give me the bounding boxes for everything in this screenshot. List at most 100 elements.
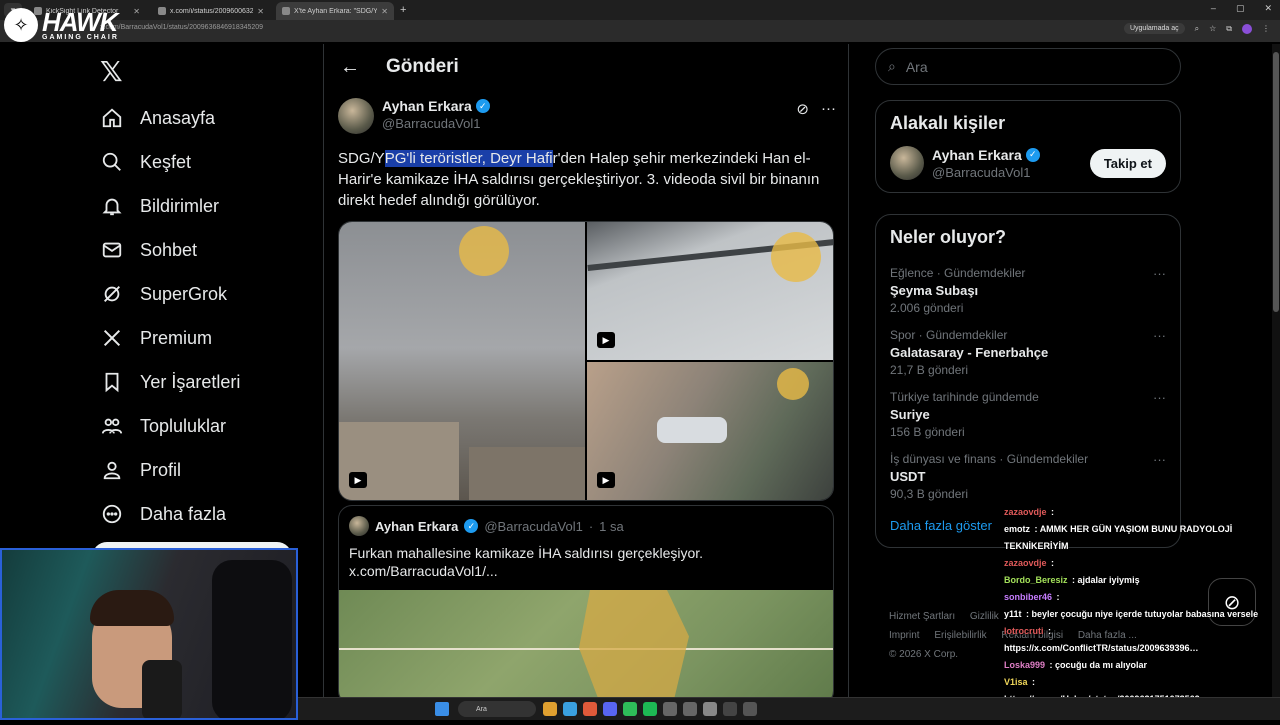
browser-menu-icon[interactable]: ⋮ (1262, 24, 1270, 33)
discord-icon[interactable] (603, 702, 617, 716)
chat-username[interactable]: Bordo_Beresiz (1004, 575, 1068, 585)
file-explorer-icon[interactable] (543, 702, 557, 716)
search-input[interactable]: ⌕ Ara (875, 48, 1181, 85)
chat-username[interactable]: V1isa (1004, 677, 1028, 687)
quoted-post[interactable]: Ayhan Erkara ✓ @BarracudaVol1 · 1 sa Fur… (338, 505, 834, 705)
quoted-link[interactable]: x.com/BarracudaVol1/... (349, 562, 823, 580)
extensions-icon[interactable]: ⧉ (1226, 24, 1232, 34)
nav-item-explore[interactable]: Keşfet (100, 140, 300, 184)
nav-item-bookmarks[interactable]: Yer İşaretleri (100, 360, 300, 404)
app-icon[interactable] (703, 702, 717, 716)
chat-username[interactable]: zazaovdje (1004, 507, 1047, 517)
chat-username[interactable]: y11t (1004, 609, 1022, 619)
trend-count: 156 B gönderi (890, 425, 965, 439)
chat-username[interactable]: lotrocruti (1004, 626, 1044, 636)
trend-item[interactable]: Eğlence · Gündemdekiler Şeyma Subaşı 2.0… (876, 260, 1180, 322)
avatar (349, 516, 369, 536)
related-people-card: Alakalı kişiler Ayhan Erkara ✓ @Barracud… (875, 100, 1181, 193)
nav-label: Sohbet (140, 239, 198, 260)
x-logo-icon[interactable]: 𝕏 (100, 55, 123, 88)
minimize-icon[interactable]: – (1211, 3, 1216, 14)
chat-message: V1isa : (1004, 674, 1280, 691)
more-options-icon[interactable]: ··· (1153, 266, 1166, 281)
spotify-icon[interactable] (643, 702, 657, 716)
app-icon[interactable] (683, 702, 697, 716)
author-name[interactable]: Ayhan Erkara ✓ (382, 98, 490, 114)
scrollbar-thumb[interactable] (1273, 52, 1279, 312)
video-thumbnail[interactable]: ▶ (587, 222, 833, 360)
avatar[interactable] (338, 98, 374, 134)
more-options-icon[interactable]: ··· (821, 100, 836, 118)
chat-username[interactable]: Loska999 (1004, 660, 1045, 670)
author-handle[interactable]: @BarracudaVol1 (382, 116, 490, 131)
chat-message: Bordo_Beresiz : ajdalar iyiymiş (1004, 572, 1280, 589)
nav-item-messages[interactable]: Sohbet (100, 228, 300, 272)
nav-item-more[interactable]: Daha fazla (100, 492, 300, 536)
footer-link[interactable]: Gizlilik (970, 611, 999, 622)
play-icon[interactable]: ▶ (597, 472, 615, 488)
trend-item[interactable]: Spor · Gündemdekiler Galatasaray - Fener… (876, 322, 1180, 384)
trend-category: Spor · Gündemdekiler (890, 328, 1008, 342)
new-tab-icon[interactable]: + (400, 4, 406, 16)
trend-count: 21,7 B gönderi (890, 363, 969, 377)
close-icon[interactable]: ✕ (133, 7, 140, 16)
play-icon[interactable]: ▶ (597, 332, 615, 348)
chat-username[interactable]: sonbiber46 (1004, 592, 1052, 602)
post-actions: ⊘ ··· (796, 100, 836, 118)
maximize-icon[interactable]: ▢ (1236, 3, 1245, 14)
star-icon[interactable]: ☆ (1209, 24, 1216, 33)
post-header: ← Gönderi (324, 44, 848, 90)
address-bar: x.com/BarracudaVol1/status/2009636846918… (0, 20, 1280, 42)
grok-explain-icon[interactable]: ⊘ (796, 100, 809, 118)
more-options-icon[interactable]: ··· (1153, 328, 1166, 343)
follow-button[interactable]: Takip et (1089, 148, 1166, 178)
chat-message: https://x.com/ConflictTR/status/20096393… (1004, 640, 1280, 657)
video-thumbnail[interactable]: ▶ (339, 222, 585, 500)
webcam-hair (90, 590, 174, 626)
video-thumbnail[interactable]: ▶ (587, 362, 833, 500)
profile-avatar[interactable] (1242, 23, 1252, 34)
taskbar-search[interactable]: Ara (458, 701, 536, 717)
app-icon[interactable] (723, 702, 737, 716)
trend-item[interactable]: Türkiye tarihinde gündemde Suriye 156 B … (876, 384, 1180, 446)
chat-username[interactable]: zazaovdje (1004, 558, 1047, 568)
nav-item-communities[interactable]: Topluluklar (100, 404, 300, 448)
nav-item-profile[interactable]: Profil (100, 448, 300, 492)
zoom-icon[interactable]: ⌕ (1195, 24, 1199, 34)
windows-start-icon[interactable] (435, 702, 449, 716)
quoted-author-name: Ayhan Erkara (375, 518, 459, 534)
tab-title: x.com/i/status/200960063237… (170, 7, 254, 15)
nav-item-supergrok[interactable]: SuperGrok (100, 272, 300, 316)
window-close-icon[interactable]: ✕ (1264, 3, 1272, 14)
more-options-icon[interactable]: ··· (1153, 452, 1166, 467)
footer-link[interactable]: Imprint (889, 630, 920, 641)
browser-tab-active[interactable]: X'te Ayhan Erkara: "SDG/YPG'l… ✕ (276, 2, 394, 20)
play-icon[interactable]: ▶ (349, 472, 367, 488)
related-person[interactable]: Ayhan Erkara ✓ @BarracudaVol1 Takip et (876, 146, 1180, 192)
chat-username[interactable]: emotz (1004, 524, 1030, 534)
quoted-post-header: Ayhan Erkara ✓ @BarracudaVol1 · 1 sa (339, 506, 833, 536)
related-name[interactable]: Ayhan Erkara ✓ (932, 147, 1040, 163)
browser-tab[interactable]: x.com/i/status/200960063237… ✕ (152, 2, 270, 20)
avatar[interactable] (890, 146, 924, 180)
close-icon[interactable]: ✕ (381, 7, 388, 16)
nav-label: Bildirimler (140, 195, 220, 216)
app-icon[interactable] (663, 702, 677, 716)
chrome-icon[interactable] (583, 702, 597, 716)
url-field[interactable]: x.com/BarracudaVol1/status/2009636846918… (100, 24, 263, 31)
edge-icon[interactable] (563, 702, 577, 716)
hawk-brand: HAWK (42, 6, 118, 37)
more-options-icon[interactable]: ··· (1153, 390, 1166, 405)
nav-item-premium[interactable]: Premium (100, 316, 300, 360)
open-in-app-button[interactable]: Uygulamada aç (1123, 23, 1185, 34)
nav-item-home[interactable]: Anasayfa (100, 96, 300, 140)
footer-link[interactable]: Erişilebilirlik (934, 630, 986, 641)
trend-item[interactable]: İş dünyası ve finans · Gündemdekiler USD… (876, 446, 1180, 508)
back-arrow-icon[interactable]: ← (340, 56, 360, 79)
footer-link[interactable]: Hizmet Şartları (889, 611, 955, 622)
app-icon[interactable] (743, 702, 757, 716)
close-icon[interactable]: ✕ (257, 7, 264, 16)
nav-item-notifications[interactable]: Bildirimler (100, 184, 300, 228)
app-icon[interactable] (623, 702, 637, 716)
search-icon: ⌕ (888, 58, 896, 74)
